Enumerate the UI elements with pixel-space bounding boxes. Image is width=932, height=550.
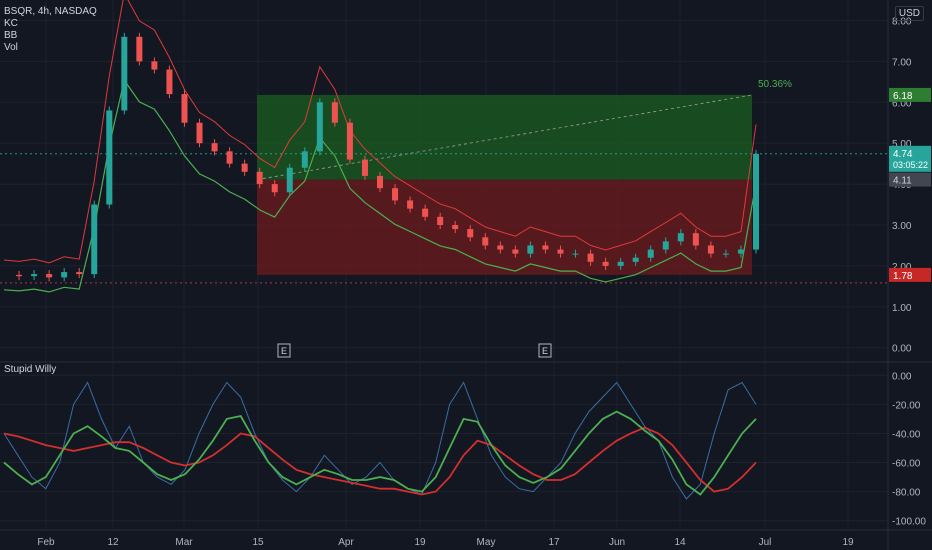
oscillator-title[interactable]: Stupid Willy	[4, 364, 56, 375]
current-price-label: 4.74	[893, 149, 913, 160]
entry-price-label: 4.11	[893, 176, 912, 187]
currency-button[interactable]: USD	[894, 6, 924, 21]
target-price-label: 6.18	[893, 91, 913, 102]
y-tick-label: 0.00	[892, 344, 912, 355]
x-tick-label: 17	[548, 537, 560, 548]
x-tick-label: 19	[842, 537, 854, 548]
stop-price-label: 1.78	[893, 271, 913, 282]
osc-y-tick-label: -100.00	[892, 517, 926, 528]
x-tick-label: May	[477, 537, 496, 548]
chart-legend: BSQR, 4h, NASDAQ KC BB Vol	[4, 6, 97, 54]
chart-background	[0, 0, 932, 550]
osc-y-tick-label: 0.00	[892, 371, 912, 382]
y-tick-label: 1.00	[892, 303, 912, 314]
earnings-marker: E	[281, 346, 287, 356]
x-tick-label: Apr	[338, 537, 354, 548]
earnings-marker: E	[542, 346, 548, 356]
x-tick-label: 14	[674, 537, 686, 548]
indicator-kc[interactable]: KC	[4, 18, 97, 30]
osc-y-tick-label: -20.00	[892, 400, 921, 411]
indicator-vol[interactable]: Vol	[4, 42, 97, 54]
osc-y-tick-label: -40.00	[892, 429, 921, 440]
y-tick-label: 7.00	[892, 57, 912, 68]
osc-y-tick-label: -80.00	[892, 488, 921, 499]
gain-label: 50.36%	[758, 79, 792, 90]
y-tick-label: 3.00	[892, 221, 912, 232]
chart-canvas[interactable]: 50.36% 0.001.002.003.004.005.006.007.008…	[0, 0, 932, 550]
symbol-title[interactable]: BSQR, 4h, NASDAQ	[4, 6, 97, 18]
osc-y-tick-label: -60.00	[892, 459, 921, 470]
indicator-bb[interactable]: BB	[4, 30, 97, 42]
x-tick-label: Jul	[759, 537, 772, 548]
countdown-label: 03:05:22	[893, 160, 928, 170]
x-tick-label: Mar	[175, 537, 193, 548]
x-tick-label: Feb	[37, 537, 55, 548]
x-tick-label: 19	[414, 537, 426, 548]
x-tick-label: Jun	[609, 537, 625, 548]
x-tick-label: 15	[252, 537, 264, 548]
loss-zone	[257, 179, 752, 275]
x-tick-label: 12	[107, 537, 119, 548]
